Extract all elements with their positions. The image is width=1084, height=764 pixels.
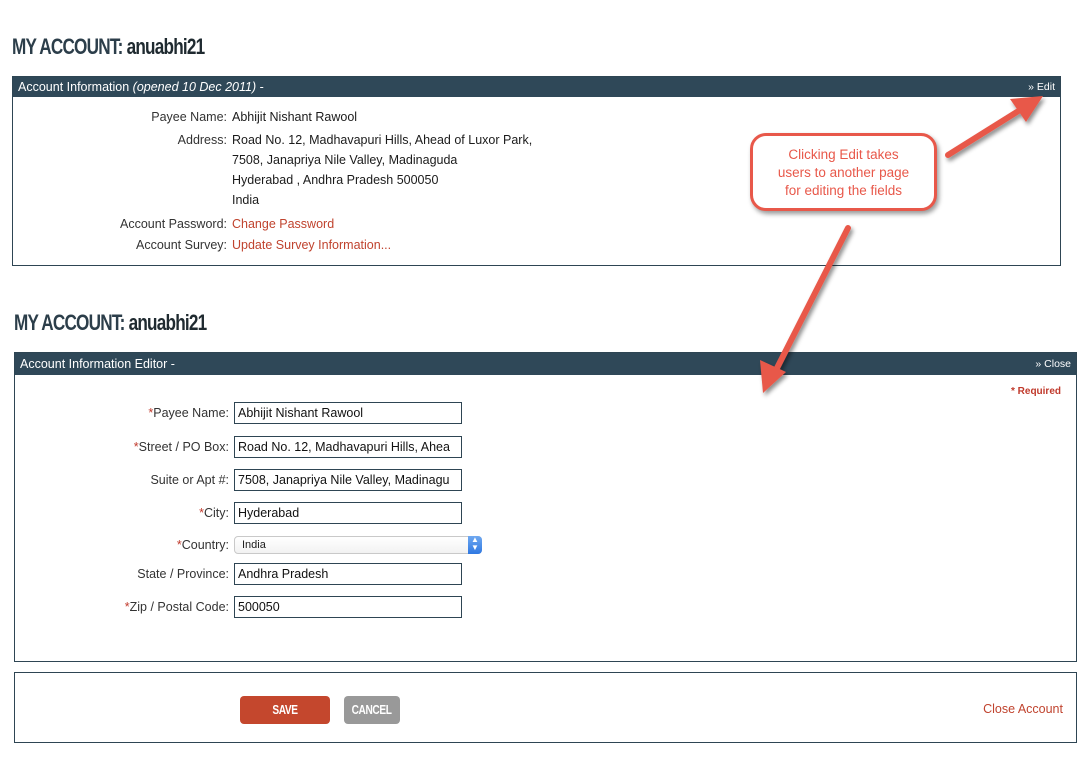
field-label-text: Zip / Postal Code:: [129, 600, 229, 614]
zip-postal-code-input[interactable]: 500050: [234, 596, 462, 618]
update-survey-link[interactable]: Update Survey Information...: [232, 235, 391, 255]
title-prefix: MY ACCOUNT:: [12, 34, 123, 59]
callout-line-1: Clicking Edit takes: [788, 147, 899, 162]
account-info-header: Account Information (opened 10 Dec 2011)…: [13, 77, 1060, 97]
annotation-callout: Clicking Edit takes users to another pag…: [750, 133, 937, 211]
username: anuabhi21: [126, 34, 206, 59]
panel-title: Account Information: [18, 80, 130, 94]
editor-username: anuabhi21: [128, 310, 208, 335]
password-label: Account Password:: [120, 217, 227, 231]
payee-name-input[interactable]: Abhijit Nishant Rawool: [234, 402, 462, 424]
field-label-text: Payee Name:: [153, 406, 229, 420]
close-account-link[interactable]: Close Account: [983, 702, 1063, 716]
address-line-3: Hyderabad , Andhra Pradesh 500050: [232, 173, 439, 187]
field-label: *Street / PO Box:: [3, 436, 229, 458]
editor-header: Account Information Editor - » Close: [15, 353, 1076, 375]
payee-label: Payee Name:: [151, 110, 227, 124]
country-select[interactable]: India ▲ ▼: [234, 536, 482, 554]
country-select-value: India: [242, 539, 266, 551]
field-label: Suite or Apt #:: [3, 469, 229, 491]
select-updown-icon: ▲ ▼: [468, 536, 482, 554]
callout-line-2: users to another page: [777, 165, 910, 180]
close-link[interactable]: » Close: [1035, 353, 1071, 375]
page-title: MY ACCOUNT: anuabhi21: [12, 34, 206, 60]
edit-link[interactable]: » Edit: [1028, 77, 1055, 97]
field-label: *Zip / Postal Code:: [3, 596, 229, 618]
cancel-button[interactable]: CANCEL: [344, 696, 400, 724]
change-password-link[interactable]: Change Password: [232, 214, 334, 234]
address-line-4: India: [232, 193, 260, 207]
field-label-text: Suite or Apt #:: [150, 473, 229, 487]
field-label: *City:: [3, 502, 229, 524]
actions-panel: SAVE CHANGES CANCEL Close Account: [14, 672, 1077, 745]
suite-or-apt-input[interactable]: 7508, Janapriya Nile Valley, Madinagu: [234, 469, 462, 491]
editor-panel-title: Account Information Editor -: [20, 357, 175, 371]
save-changes-button[interactable]: SAVE CHANGES: [240, 696, 330, 745]
field-label-text: State / Province:: [137, 567, 229, 581]
payee-value: Abhijit Nishant Rawool: [232, 110, 358, 124]
editor-title-prefix: MY ACCOUNT:: [14, 310, 125, 335]
cancel-label: CANCEL: [352, 702, 392, 717]
city-input[interactable]: Hyderabad: [234, 502, 462, 524]
survey-label: Account Survey:: [135, 238, 227, 252]
field-label-text: Street / PO Box:: [138, 440, 229, 454]
address-label: Address:: [177, 133, 227, 147]
title-suffix: -: [259, 80, 264, 94]
save-label: SAVE CHANGES: [261, 702, 309, 745]
field-label-text: Country:: [181, 538, 229, 552]
street-po-box-input[interactable]: Road No. 12, Madhavapuri Hills, Ahea: [234, 436, 462, 458]
field-label: State / Province:: [3, 563, 229, 585]
editor-panel: Account Information Editor - » Close * R…: [14, 352, 1077, 662]
address-line-2: 7508, Janapriya Nile Valley, Madinaguda: [232, 153, 458, 167]
field-label-text: City:: [204, 506, 229, 520]
editor-page-title: MY ACCOUNT: anuabhi21: [14, 310, 208, 336]
state-province-input[interactable]: Andhra Pradesh: [234, 563, 462, 585]
callout-line-3: for editing the fields: [784, 183, 903, 198]
opened-date: (opened 10 Dec 2011): [132, 80, 257, 94]
field-label: *Country:: [3, 534, 229, 556]
required-note: * Required: [1010, 386, 1061, 397]
address-line-1: Road No. 12, Madhavapuri Hills, Ahead of…: [232, 133, 533, 147]
field-label: *Payee Name:: [3, 402, 229, 424]
